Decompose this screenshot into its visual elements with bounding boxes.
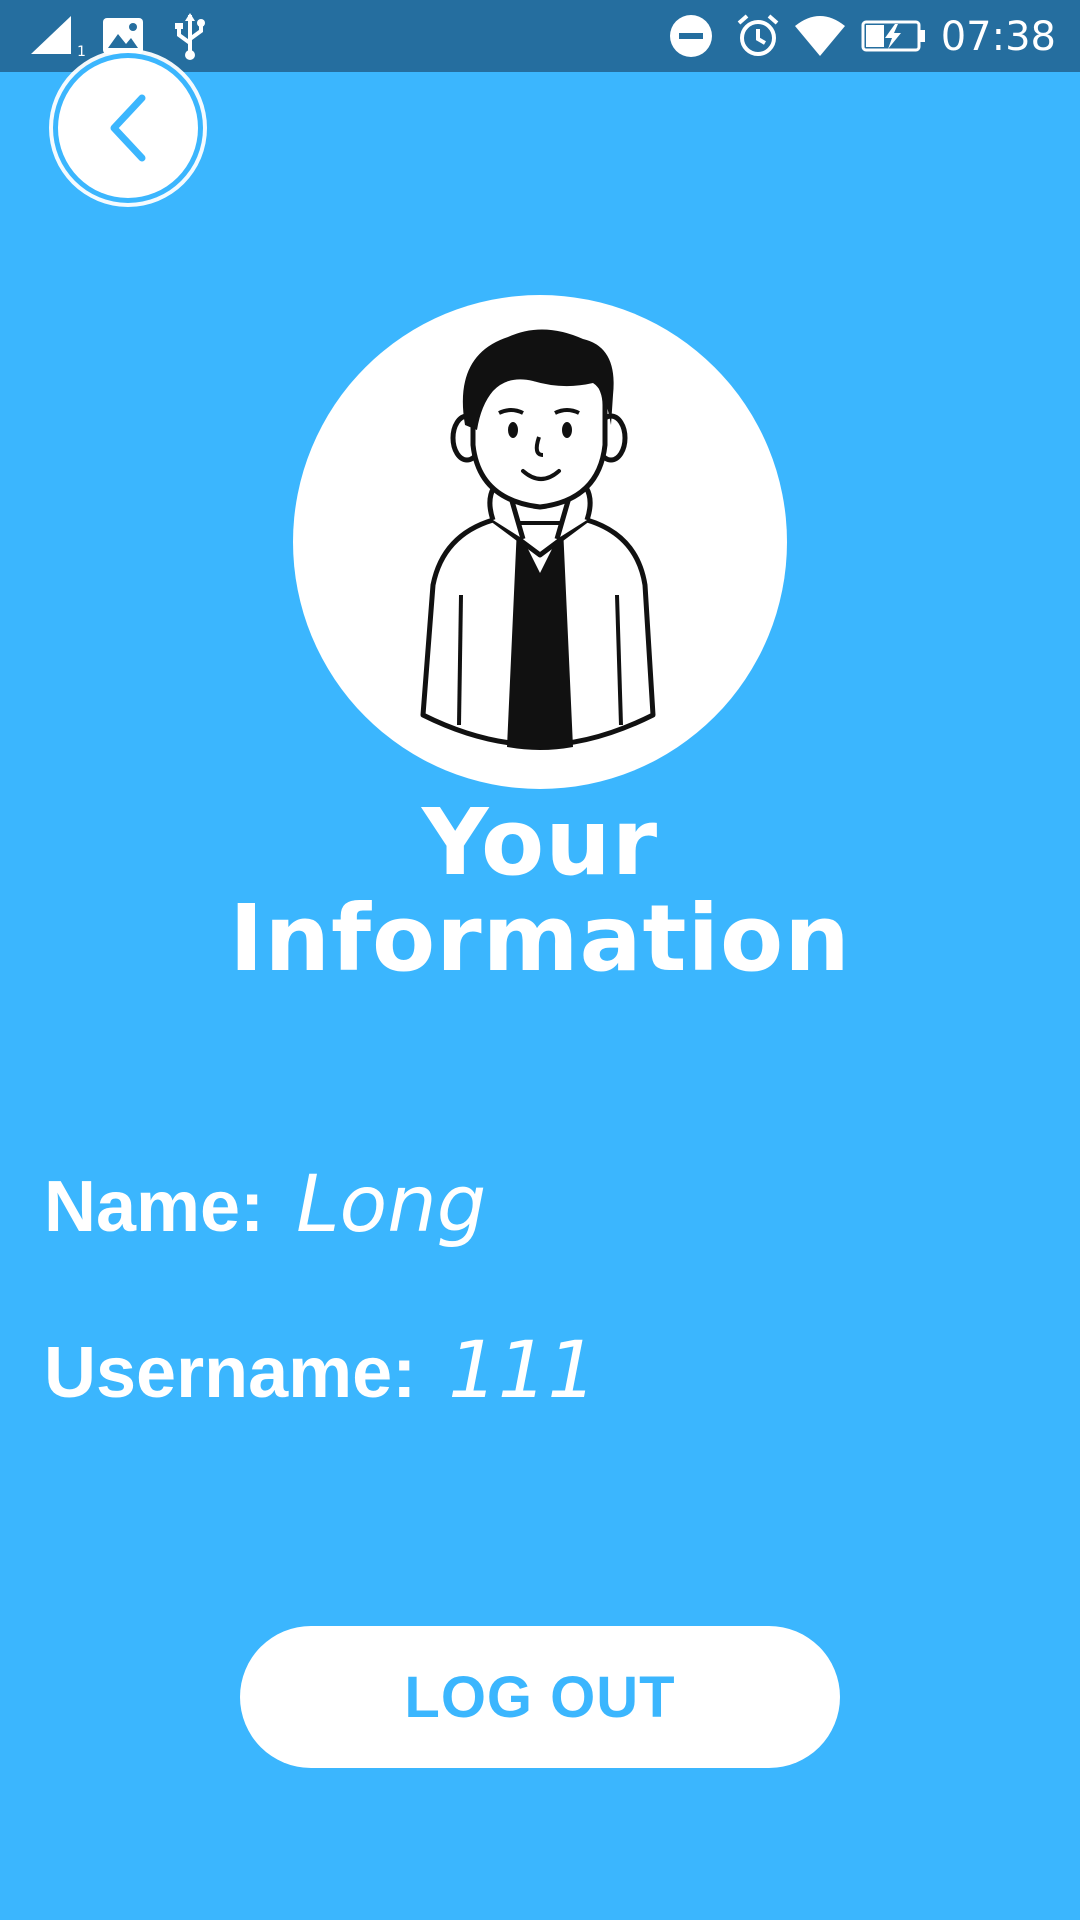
page-title: Your Information bbox=[0, 795, 1080, 987]
person-avatar-icon bbox=[420, 329, 656, 750]
username-value: 111 bbox=[448, 1326, 598, 1416]
alarm-icon bbox=[734, 0, 782, 72]
avatar bbox=[293, 295, 787, 789]
cell-signal-icon: 1 bbox=[26, 0, 88, 72]
logout-button[interactable]: LOG OUT bbox=[240, 1626, 840, 1768]
svg-text:1: 1 bbox=[77, 44, 86, 58]
title-line-2: Information bbox=[229, 885, 851, 992]
battery-charging-icon bbox=[860, 0, 928, 72]
wifi-icon bbox=[792, 0, 848, 72]
username-row: Username: 111 bbox=[44, 1326, 597, 1416]
name-row: Name: Long bbox=[44, 1160, 486, 1250]
do-not-disturb-icon bbox=[668, 0, 714, 72]
back-button[interactable] bbox=[58, 58, 198, 198]
usb-icon bbox=[170, 0, 210, 72]
name-value: Long bbox=[296, 1160, 487, 1250]
title-line-1: Your bbox=[421, 789, 659, 896]
chevron-left-icon bbox=[110, 94, 146, 162]
status-bar: 1 07:38 bbox=[0, 0, 1080, 72]
status-time: 07:38 bbox=[940, 14, 1056, 60]
username-label: Username: bbox=[44, 1333, 417, 1413]
name-label: Name: bbox=[44, 1167, 265, 1247]
